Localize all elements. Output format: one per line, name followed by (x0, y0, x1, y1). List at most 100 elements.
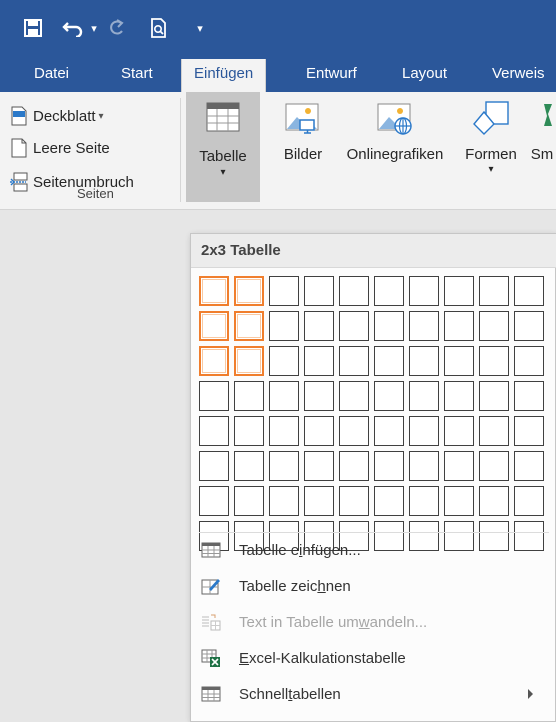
undo-dropdown-arrow[interactable]: ▾ (88, 0, 100, 56)
table-grid-cell[interactable] (514, 381, 544, 411)
table-grid-cell[interactable] (199, 486, 229, 516)
table-grid-cell[interactable] (199, 416, 229, 446)
table-grid-area (191, 268, 555, 551)
menu-item-tabelle-einfuegen[interactable]: Tabelle einfügen... (191, 532, 555, 568)
formen-button[interactable]: Formen ▾ (458, 92, 524, 175)
table-grid-cell[interactable] (234, 311, 264, 341)
table-grid-cell[interactable] (514, 416, 544, 446)
table-grid-cell[interactable] (514, 486, 544, 516)
table-grid-cell[interactable] (409, 451, 439, 481)
table-grid-cell[interactable] (339, 276, 369, 306)
table-grid-cell[interactable] (269, 381, 299, 411)
table-grid-cell[interactable] (339, 416, 369, 446)
table-grid-cell[interactable] (234, 451, 264, 481)
table-grid-cell[interactable] (479, 276, 509, 306)
table-grid-cell[interactable] (339, 381, 369, 411)
table-grid-cell[interactable] (339, 486, 369, 516)
tab-entwurf[interactable]: Entwurf (306, 56, 357, 92)
table-grid-cell[interactable] (199, 381, 229, 411)
table-grid-cell[interactable] (304, 311, 334, 341)
table-grid-cell[interactable] (304, 451, 334, 481)
table-grid-cell[interactable] (199, 311, 229, 341)
table-grid-cell[interactable] (479, 311, 509, 341)
table-grid-cell[interactable] (514, 451, 544, 481)
table-grid-cell[interactable] (234, 346, 264, 376)
tabelle-button[interactable]: Tabelle ▾ (186, 92, 260, 202)
tab-layout[interactable]: Layout (402, 56, 447, 92)
table-grid-cell[interactable] (304, 346, 334, 376)
table-grid-cell[interactable] (444, 416, 474, 446)
seitenumbruch-button[interactable]: Seitenumbruch (10, 172, 134, 192)
table-grid-cell[interactable] (269, 486, 299, 516)
table-grid-cell[interactable] (479, 486, 509, 516)
table-grid-cell[interactable] (234, 486, 264, 516)
table-grid-cell[interactable] (444, 451, 474, 481)
customize-toolbar-icon[interactable]: ▾ (190, 0, 210, 56)
table-grid-cell[interactable] (479, 381, 509, 411)
table-dropdown: 2x3 Tabelle Tabelle einfügen... Tabelle … (190, 233, 556, 722)
table-grid-cell[interactable] (409, 486, 439, 516)
table-grid-cell[interactable] (199, 346, 229, 376)
onlinegrafiken-button[interactable]: Onlinegrafiken (334, 92, 456, 163)
table-grid-cell[interactable] (269, 451, 299, 481)
table-grid-cell[interactable] (444, 381, 474, 411)
table-grid-cell[interactable] (409, 276, 439, 306)
deckblatt-button[interactable]: Deckblatt ▾ (10, 106, 104, 126)
table-grid-cell[interactable] (444, 346, 474, 376)
quick-tables-icon (201, 685, 221, 703)
table-grid-cell[interactable] (304, 381, 334, 411)
table-grid-cell[interactable] (234, 416, 264, 446)
tab-verweise[interactable]: Verweis (492, 56, 545, 92)
table-grid-cell[interactable] (339, 311, 369, 341)
table-grid-cell[interactable] (409, 346, 439, 376)
table-grid-cell[interactable] (374, 486, 404, 516)
tab-start[interactable]: Start (121, 56, 153, 92)
table-grid-cell[interactable] (304, 276, 334, 306)
table-grid-cell[interactable] (269, 276, 299, 306)
undo-icon[interactable] (60, 0, 86, 56)
leere-seite-button[interactable]: Leere Seite (10, 138, 110, 158)
chevron-down-icon: ▾ (220, 167, 226, 178)
table-grid-cell[interactable] (514, 346, 544, 376)
table-grid-cell[interactable] (374, 311, 404, 341)
table-grid-cell[interactable] (444, 276, 474, 306)
save-icon[interactable] (20, 0, 46, 56)
table-grid-cell[interactable] (374, 416, 404, 446)
table-grid-cell[interactable] (479, 451, 509, 481)
menu-item-schnelltabellen[interactable]: Schnelltabellen (191, 676, 555, 712)
table-grid-cell[interactable] (514, 311, 544, 341)
table-grid-cell[interactable] (444, 486, 474, 516)
menu-label: Tabelle einfügen... (239, 541, 361, 559)
chevron-down-icon: ▾ (488, 164, 494, 175)
menu-item-excel-kalkulationstabelle[interactable]: Excel-Kalkulationstabelle (191, 640, 555, 676)
table-grid-cell[interactable] (304, 416, 334, 446)
table-grid-cell[interactable] (479, 346, 509, 376)
smartart-button[interactable]: Sm (528, 92, 556, 163)
table-grid-cell[interactable] (339, 346, 369, 376)
table-grid-cell[interactable] (304, 486, 334, 516)
print-preview-icon[interactable] (146, 0, 172, 56)
menu-item-tabelle-zeichnen[interactable]: Tabelle zeichnen (191, 568, 555, 604)
table-grid-cell[interactable] (199, 451, 229, 481)
table-grid-cell[interactable] (409, 381, 439, 411)
table-grid-cell[interactable] (374, 346, 404, 376)
table-grid-cell[interactable] (199, 276, 229, 306)
table-grid-cell[interactable] (479, 416, 509, 446)
table-grid-cell[interactable] (269, 416, 299, 446)
table-grid-cell[interactable] (234, 381, 264, 411)
table-grid-cell[interactable] (269, 346, 299, 376)
tab-datei[interactable]: Datei (34, 56, 69, 92)
table-grid-cell[interactable] (374, 451, 404, 481)
table-grid-cell[interactable] (269, 311, 299, 341)
table-grid-cell[interactable] (339, 451, 369, 481)
table-grid-cell[interactable] (444, 311, 474, 341)
tab-einfuegen[interactable]: Einfügen (181, 59, 267, 92)
redo-icon[interactable] (104, 0, 128, 56)
table-grid-cell[interactable] (374, 381, 404, 411)
table-grid-cell[interactable] (234, 276, 264, 306)
table-grid-cell[interactable] (374, 276, 404, 306)
table-grid-cell[interactable] (409, 311, 439, 341)
bilder-button[interactable]: Bilder (274, 92, 332, 163)
table-grid-cell[interactable] (409, 416, 439, 446)
table-grid-cell[interactable] (514, 276, 544, 306)
